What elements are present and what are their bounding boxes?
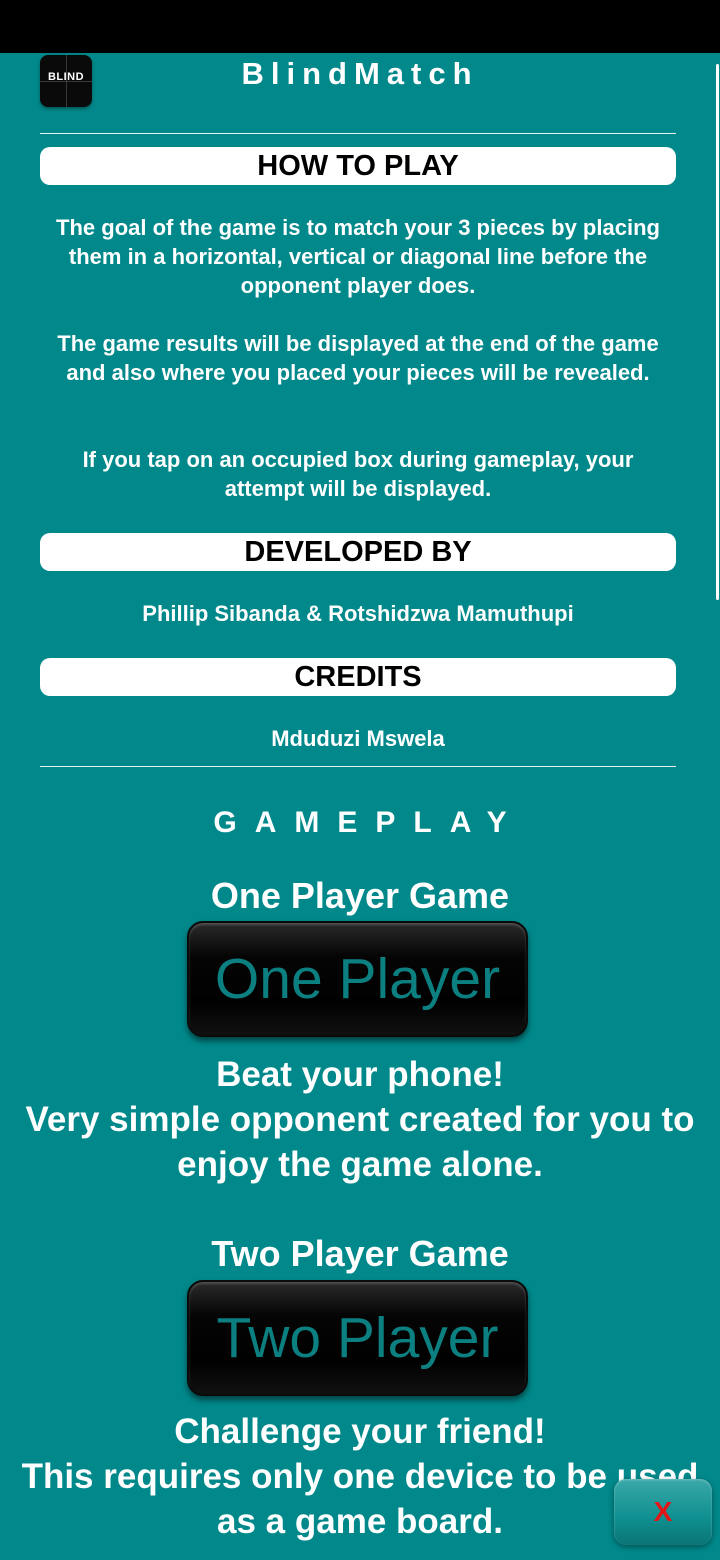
- one-player-tagline: Beat your phone!: [216, 1055, 504, 1094]
- how-to-play-paragraph: The game results will be displayed at th…: [57, 331, 659, 385]
- two-player-button[interactable]: Two Player: [187, 1280, 528, 1396]
- two-player-title: Two Player Game: [211, 1233, 509, 1274]
- header-divider: [40, 133, 676, 134]
- scroll-indicator[interactable]: [716, 64, 719, 600]
- one-player-title: One Player Game: [210, 875, 510, 916]
- credits-heading: CREDITS: [40, 658, 676, 696]
- close-button[interactable]: X: [614, 1479, 712, 1545]
- how-to-play-paragraph: If you tap on an occupied box during gam…: [82, 447, 634, 501]
- status-bar: [0, 0, 720, 53]
- credits-names: Mduduzi Mswela: [271, 726, 445, 751]
- section-divider: [40, 766, 676, 767]
- developer-names: Phillip Sibanda & Rotshidzwa Mamuthupi: [142, 601, 574, 626]
- two-player-description: This requires only one device to be used…: [21, 1457, 699, 1541]
- one-player-button[interactable]: One Player: [187, 921, 528, 1037]
- developed-by-heading: DEVELOPED BY: [40, 533, 676, 571]
- app-title: BlindMatch: [241, 56, 479, 91]
- two-player-tagline: Challenge your friend!: [174, 1412, 546, 1451]
- how-to-play-paragraph: The goal of the game is to match your 3 …: [56, 215, 660, 298]
- how-to-play-heading: HOW TO PLAY: [40, 147, 676, 185]
- gameplay-heading: GAMEPLAY: [213, 806, 525, 839]
- one-player-description: Very simple opponent created for you to …: [25, 1100, 695, 1184]
